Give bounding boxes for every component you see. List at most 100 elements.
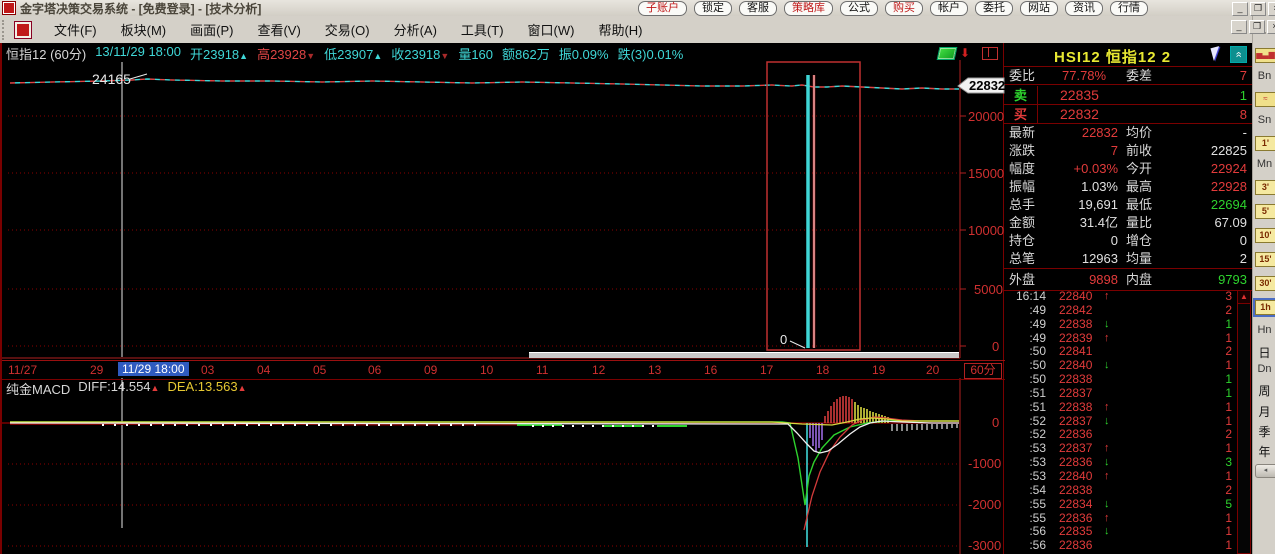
chart-header: 恒指12 (60分) 13/11/29 18:00 开23918▲ 高23928… — [6, 44, 683, 60]
strategy-store-button[interactable]: 策略库 — [784, 1, 833, 16]
period-1min-button[interactable]: 1' — [1255, 136, 1275, 151]
website-button[interactable]: 网站 — [1020, 1, 1058, 16]
quote-header: HSI12 恒指12 2 « — [1004, 43, 1252, 67]
menu-help[interactable]: 帮助(H) — [586, 20, 654, 39]
bid-row[interactable]: 买 22832 8 — [1004, 105, 1252, 124]
news-button[interactable]: 资讯 — [1065, 1, 1103, 16]
horizontal-scrollbar[interactable] — [529, 352, 959, 358]
toolbar-grip[interactable] — [2, 20, 8, 40]
tick-row: :5522834↓5 — [1004, 498, 1236, 512]
menu-analysis[interactable]: 分析(A) — [382, 20, 449, 39]
menu-tools[interactable]: 工具(T) — [449, 20, 516, 39]
period-month-button[interactable]: 月 — [1255, 403, 1274, 420]
price-chart[interactable]: 20000 15000 10000 5000 0 24165 0 — [2, 60, 1005, 360]
tick-list[interactable]: 16:1422840↑3 :49228422 :4922838↓1 :49228… — [1004, 290, 1236, 553]
quote-stats: 最新22832均价- 涨跌7前收22825 幅度+0.03%今开22924 振幅… — [1004, 124, 1252, 268]
open-value: 开23918▲ — [190, 44, 248, 60]
tick-chart-icon[interactable]: ≈ — [1255, 92, 1275, 107]
entrust-button[interactable]: 委托 — [975, 1, 1013, 16]
low-value: 低23907▲ — [324, 44, 382, 60]
period-3min-button[interactable]: 3' — [1255, 180, 1275, 195]
x-label: 11/27 — [8, 363, 37, 377]
tick-row: :4922838↓1 — [1004, 318, 1236, 332]
pyramid-logo-icon[interactable] — [14, 21, 32, 39]
tick-row: :5322836↓3 — [1004, 456, 1236, 470]
bar-chart-icon[interactable]: ▅▃▆ — [1255, 48, 1275, 63]
x-label: 18 — [816, 363, 829, 377]
collapse-panel-icon[interactable]: « — [1230, 46, 1247, 63]
period-bn-label[interactable]: Bn — [1255, 70, 1274, 82]
weicha-label: 委差 — [1126, 66, 1152, 85]
cursor-tool-icon[interactable] — [1210, 46, 1222, 61]
outer-value: 9898 — [1046, 269, 1118, 290]
menu-view[interactable]: 查看(V) — [245, 20, 312, 39]
macd-chart[interactable]: 0 -1000 -2000 -3000 — [2, 378, 1005, 554]
menu-trade[interactable]: 交易(O) — [313, 20, 382, 39]
period-day-button[interactable]: 日 — [1255, 344, 1274, 361]
price-line-cyan-dashes — [10, 79, 959, 89]
y-tick-20000: 20000 — [968, 109, 1004, 124]
formula-button[interactable]: 公式 — [840, 1, 878, 16]
green-chip-icon[interactable] — [937, 47, 958, 60]
tick-row: :5322837↑1 — [1004, 442, 1236, 456]
macd-header: 纯金MACD DIFF:14.554▲ DEA:13.563▲ — [6, 379, 247, 395]
menu-screen[interactable]: 画面(P) — [178, 20, 245, 39]
x-label: 11 — [536, 363, 548, 377]
period-year-button[interactable]: 年 — [1255, 443, 1274, 460]
menu-window[interactable]: 窗口(W) — [516, 20, 587, 39]
period-week-button[interactable]: 周 — [1255, 382, 1274, 399]
child-restore-button[interactable]: ❐ — [1249, 20, 1265, 34]
quotes-button[interactable]: 行情 — [1110, 1, 1148, 16]
stat-row: 总手19,691最低22694 — [1004, 196, 1252, 214]
period-1hour-button[interactable]: 1h — [1255, 300, 1275, 315]
child-close-button[interactable]: × — [1267, 20, 1275, 34]
inner-value: 9793 — [1162, 269, 1247, 290]
tick-row: :50228381 — [1004, 373, 1236, 387]
x-label: 20 — [926, 363, 939, 377]
account-button[interactable]: 帐户 — [930, 1, 968, 16]
buy-button[interactable]: 购买 — [885, 1, 923, 16]
y-tick-0: 0 — [992, 339, 999, 354]
menu-file[interactable]: 文件(F) — [42, 20, 109, 39]
bid-label: 买 — [1004, 105, 1038, 123]
period-5min-button[interactable]: 5' — [1255, 204, 1275, 219]
child-minimize-button[interactable]: _ — [1231, 20, 1247, 34]
stat-row: 幅度+0.03%今开22924 — [1004, 160, 1252, 178]
close-value: 收23918▼ — [391, 44, 449, 60]
download-arrow-icon[interactable]: ⬇ — [960, 47, 970, 59]
period-sn-label[interactable]: Sn — [1255, 114, 1274, 126]
minimize-button[interactable]: _ — [1232, 2, 1248, 16]
x-label: 13 — [648, 363, 661, 377]
support-button[interactable]: 客服 — [739, 1, 777, 16]
restore-button[interactable]: ❐ — [1250, 2, 1266, 16]
tick-list-scrollbar[interactable]: ▲ — [1237, 290, 1251, 554]
split-window-icon[interactable] — [982, 47, 998, 60]
period-mn-label[interactable]: Mn — [1255, 158, 1274, 170]
weibi-row: 委比 77.78% 委差 7 — [1004, 66, 1252, 85]
bar-datetime-label: 13/11/29 18:00 — [95, 44, 181, 60]
tick-row: :5522836↑1 — [1004, 512, 1236, 526]
sidebar-scroll-thumb[interactable]: ◂ — [1255, 464, 1275, 478]
tick-row: :5122838↑1 — [1004, 401, 1236, 415]
period-30min-button[interactable]: 30' — [1255, 276, 1275, 291]
high-value: 高23928▼ — [257, 44, 315, 60]
period-60min-button[interactable]: 60分 — [964, 363, 1002, 379]
menu-blocks[interactable]: 板块(M) — [109, 20, 179, 39]
lock-button[interactable]: 锁定 — [694, 1, 732, 16]
tick-row: :5622835↓1 — [1004, 525, 1236, 539]
period-hn-label[interactable]: Hn — [1255, 324, 1274, 336]
app-logo-icon — [2, 1, 16, 15]
scroll-up-arrow-icon[interactable]: ▲ — [1238, 291, 1250, 304]
period-dn-label[interactable]: Dn — [1255, 363, 1274, 375]
ask-row[interactable]: 卖 22835 1 — [1004, 86, 1252, 105]
period-15min-button[interactable]: 15' — [1255, 252, 1275, 267]
close-button[interactable]: × — [1268, 2, 1275, 16]
period-quarter-button[interactable]: 季 — [1255, 423, 1274, 440]
outer-inner-row: 外盘 9898 内盘 9793 — [1004, 268, 1252, 291]
sub-account-button[interactable]: 子账户 — [638, 1, 687, 16]
stat-row: 总笔12963均量2 — [1004, 250, 1252, 268]
peak-price-label: 24165 — [92, 71, 131, 87]
stat-row: 涨跌7前收22825 — [1004, 142, 1252, 160]
x-label: 04 — [257, 363, 270, 377]
period-10min-button[interactable]: 10' — [1255, 228, 1275, 243]
